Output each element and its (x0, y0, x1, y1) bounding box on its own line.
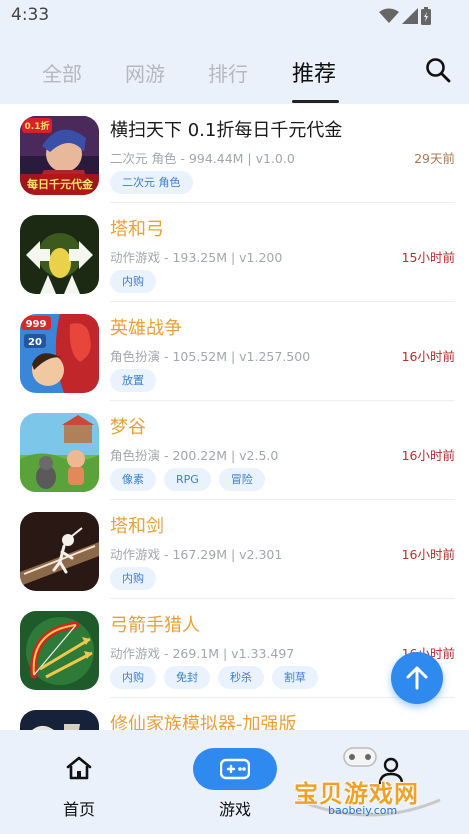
scroll-to-top-button[interactable] (391, 652, 443, 704)
tag[interactable]: 内购 (110, 666, 156, 689)
game-icon: 999 20 (20, 314, 99, 393)
game-title: 修仙家族模拟器-加强版 (110, 714, 297, 730)
nav-games-label: 游戏 (218, 800, 251, 819)
game-meta: 角色扮演 - 200.22M | v2.5.0 (110, 448, 279, 463)
tag-list: 内购 (110, 270, 156, 293)
game-title: 英雄战争 (110, 318, 182, 339)
update-time: 16小时前 (401, 547, 455, 562)
tag-list: 内购 免封 秒杀 割草 (110, 666, 318, 689)
list-item[interactable]: 塔和弓 动作游戏 - 193.25M | v1.200 15小时前 内购 (0, 203, 469, 302)
icon-badge: 0.1折 (25, 120, 50, 132)
game-title: 弓箭手猎人 (110, 615, 200, 636)
game-meta: 动作游戏 - 167.29M | v2.301 (110, 547, 283, 562)
game-icon (20, 413, 99, 492)
update-time: 16小时前 (401, 349, 455, 364)
category-tabs: 全部 网游 排行 推荐 (0, 32, 469, 104)
status-time: 4:33 (11, 5, 50, 25)
list-item[interactable]: 0.1折 每日千元代金 横扫天下 0.1折每日千元代金 二次元 角色 - 994… (0, 104, 469, 203)
battery-icon (421, 7, 431, 25)
tag[interactable]: 免封 (164, 666, 210, 689)
tag[interactable]: 放置 (110, 369, 156, 392)
signal-icon (402, 8, 418, 24)
update-time: 29天前 (414, 151, 455, 166)
watermark-logo: 宝贝游戏网 baobeiy.com (288, 740, 448, 828)
game-icon: 0.1折 每日千元代金 (20, 116, 99, 195)
game-icon (20, 611, 99, 690)
game-title: 横扫天下 0.1折每日千元代金 (110, 120, 343, 141)
search-icon[interactable] (424, 56, 452, 84)
game-title: 梦谷 (110, 417, 146, 438)
status-icons (379, 7, 431, 25)
nav-home[interactable]: 首页 (40, 752, 118, 822)
bottom-navigation: 首页 游戏 宝贝游戏网 baobeiy.com (0, 730, 469, 834)
tag[interactable]: 割草 (272, 666, 318, 689)
home-icon (66, 756, 92, 780)
tab-online[interactable]: 网游 (125, 58, 165, 87)
list-item[interactable]: 999 20 英雄战争 角色扮演 - 105.52M | v1.257.500 … (0, 302, 469, 401)
tag[interactable]: 秒杀 (218, 666, 264, 689)
icon-caption: 每日千元代金 (27, 177, 94, 191)
tag[interactable]: 像素 (110, 468, 156, 491)
nav-home-label: 首页 (62, 800, 95, 819)
game-title: 塔和剑 (110, 516, 164, 537)
nav-games-active-pill (193, 748, 277, 790)
tab-ranking[interactable]: 排行 (208, 58, 248, 87)
watermark-url: baobeiy.com (328, 804, 398, 817)
update-time: 15小时前 (401, 250, 455, 265)
game-icon (20, 215, 99, 294)
game-title: 塔和弓 (110, 219, 164, 240)
tag[interactable]: 内购 (110, 270, 156, 293)
game-meta: 二次元 角色 - 994.44M | v1.0.0 (110, 151, 295, 166)
game-meta: 动作游戏 - 269.1M | v1.33.497 (110, 646, 295, 661)
tag-list: 内购 (110, 567, 156, 590)
active-tab-indicator (292, 100, 339, 103)
gamepad-icon (220, 758, 250, 780)
tab-recommended[interactable]: 推荐 (292, 56, 336, 88)
tag[interactable]: 二次元 角色 (110, 171, 193, 194)
status-bar: 4:33 (0, 0, 469, 32)
game-meta: 角色扮演 - 105.52M | v1.257.500 (110, 349, 311, 364)
tag-list: 像素 RPG 冒险 (110, 468, 265, 491)
nav-games[interactable]: 游戏 (193, 748, 277, 828)
tag[interactable]: 内购 (110, 567, 156, 590)
game-icon (20, 512, 99, 591)
list-item[interactable]: 塔和剑 动作游戏 - 167.29M | v2.301 16小时前 内购 (0, 500, 469, 599)
arrow-up-icon (406, 666, 428, 690)
update-time: 16小时前 (401, 448, 455, 463)
tag[interactable]: RPG (164, 468, 211, 491)
icon-sub-badge: 20 (28, 337, 42, 348)
game-meta: 动作游戏 - 193.25M | v1.200 (110, 250, 283, 265)
tag-list: 二次元 角色 (110, 171, 193, 194)
watermark-gamepad-icon (343, 747, 377, 767)
icon-badge: 999 (26, 319, 47, 330)
tab-all[interactable]: 全部 (42, 58, 82, 87)
game-icon (20, 710, 99, 730)
wifi-icon (379, 8, 399, 23)
game-list[interactable]: 0.1折 每日千元代金 横扫天下 0.1折每日千元代金 二次元 角色 - 994… (0, 104, 469, 730)
list-item[interactable]: 梦谷 角色扮演 - 200.22M | v2.5.0 16小时前 像素 RPG … (0, 401, 469, 500)
tag[interactable]: 冒险 (218, 468, 265, 491)
tag-list: 放置 (110, 369, 156, 392)
